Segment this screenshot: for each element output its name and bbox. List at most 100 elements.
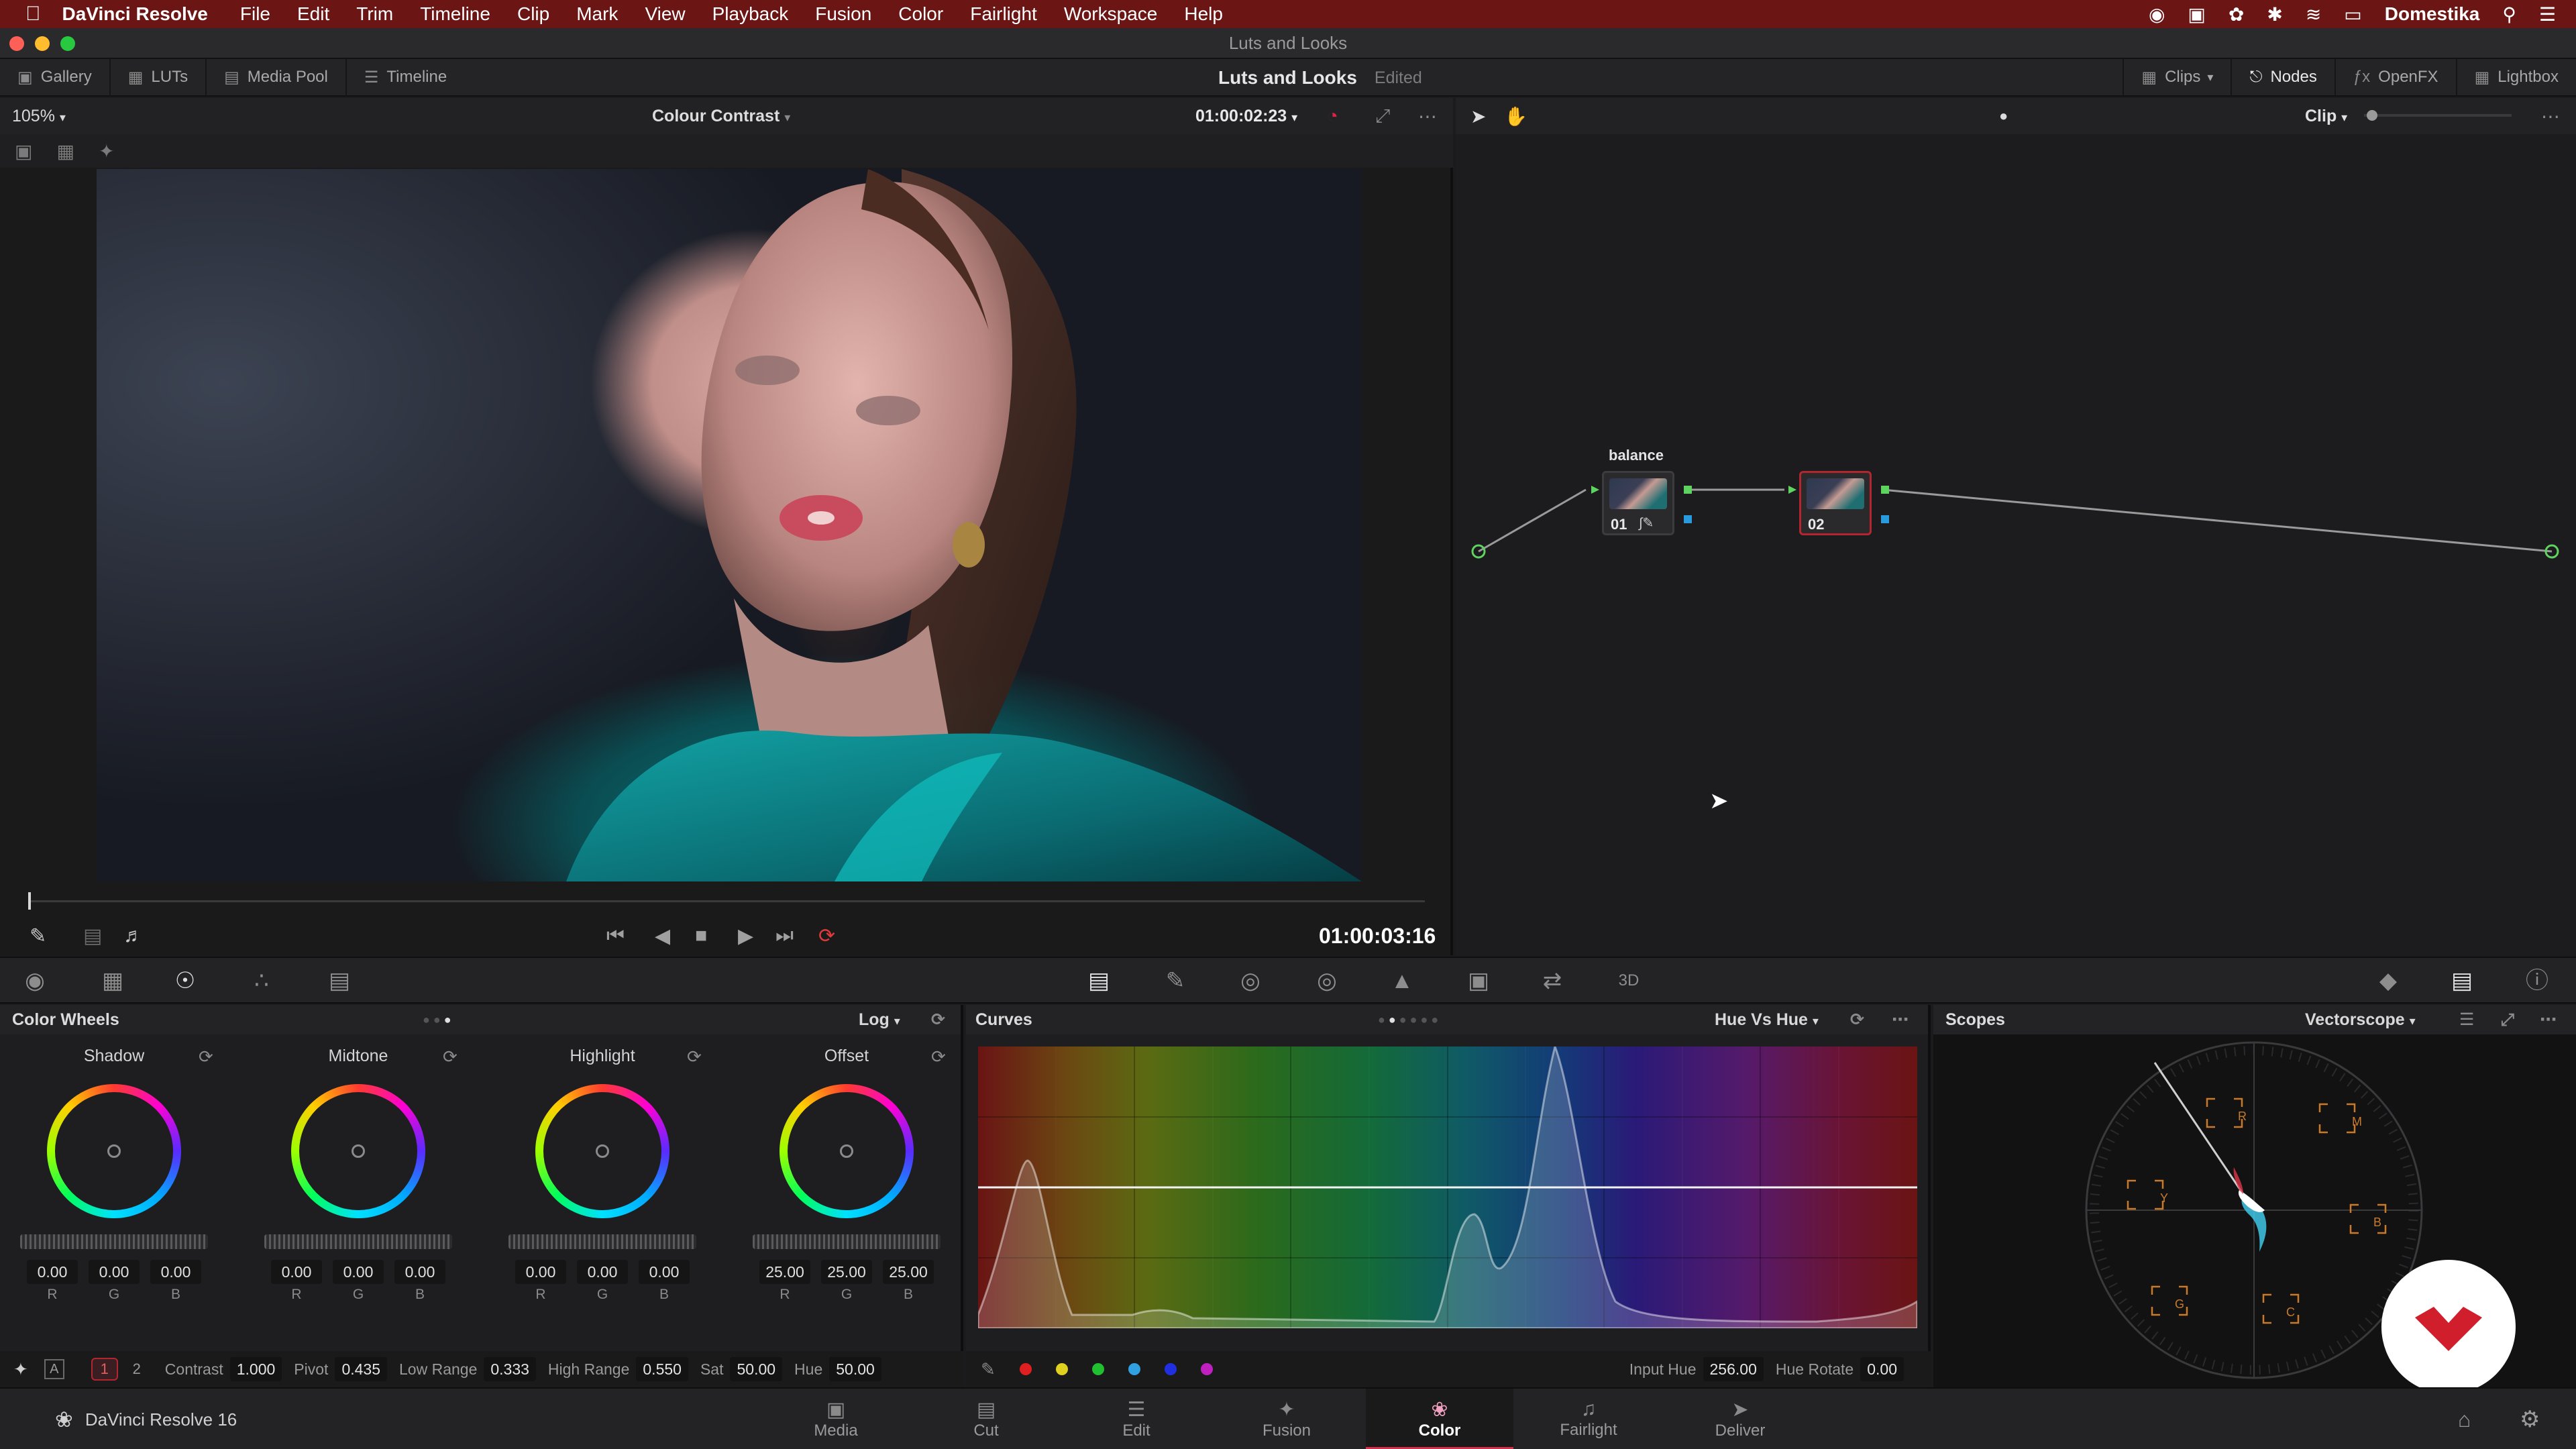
highlight-r-value[interactable]: 0.00 (515, 1260, 566, 1284)
single-view-icon[interactable]: ▣ (15, 140, 32, 162)
midtone-wheel-handle[interactable] (352, 1144, 365, 1158)
key-icon[interactable]: ▣ (1464, 967, 1493, 994)
shadow-g-value[interactable]: 0.00 (89, 1260, 140, 1284)
3d-icon[interactable]: 3D (1614, 967, 1644, 994)
step-back-icon[interactable]: ◀ (655, 924, 670, 948)
wifi-icon[interactable]: ≋ (2306, 3, 2321, 25)
play-icon[interactable]: ▶ (738, 924, 753, 948)
page-tab-fusion[interactable]: ✦ Fusion (1220, 1389, 1354, 1449)
menu-edit[interactable]: Edit (297, 3, 329, 25)
qualifier-icon[interactable]: ✎ (1161, 967, 1190, 994)
loop-icon[interactable]: ⟳ (818, 924, 835, 948)
page-tab-fairlight[interactable]: ♫ Fairlight (1521, 1389, 1656, 1449)
node-02-input-rgb[interactable] (1788, 486, 1796, 494)
nodes-button[interactable]: ⎋ Nodes (2231, 58, 2334, 96)
swatch-magenta[interactable] (1200, 1363, 1213, 1375)
more-options-icon[interactable]: ⋯ (1418, 105, 1437, 127)
pivot-value[interactable]: 0.435 (335, 1357, 387, 1381)
page-tab-edit[interactable]: ☰ Edit (1069, 1389, 1203, 1449)
scope-settings-icon[interactable]: ☰ (2459, 1010, 2474, 1030)
menu-mark[interactable]: Mark (576, 3, 618, 25)
viewer-frame-image[interactable] (97, 169, 1362, 881)
shadow-master-slider[interactable] (20, 1234, 208, 1249)
offset-b-value[interactable]: 25.00 (883, 1260, 934, 1284)
keyframes-icon[interactable]: ◆ (2373, 967, 2403, 994)
viewer-scrubber[interactable] (0, 888, 1453, 915)
openfx-button[interactable]: ƒx OpenFX (2334, 58, 2456, 96)
more-options-icon[interactable]: ⋯ (2540, 1010, 2557, 1030)
scrub-track[interactable] (30, 900, 1425, 902)
reset-icon[interactable]: ⟳ (1850, 1010, 1864, 1030)
color-picker-tool-icon[interactable]: ✎ (30, 924, 46, 948)
clips-button[interactable]: ▦ Clips ▾ (2123, 58, 2231, 96)
page-tab-media[interactable]: ▣ Media (769, 1389, 903, 1449)
midtone-g-value[interactable]: 0.00 (333, 1260, 384, 1284)
sat-value[interactable]: 50.00 (730, 1357, 783, 1381)
display-icon[interactable]: ▭ (2344, 3, 2361, 25)
window-close-button[interactable] (9, 36, 24, 51)
curves-page-dots[interactable]: ● ● ● ● ● ● (1378, 1013, 1438, 1027)
high-range-value[interactable]: 0.550 (636, 1357, 688, 1381)
color-picker-icon[interactable]: ◔ (1327, 105, 1338, 127)
swatch-blue[interactable] (1164, 1363, 1177, 1375)
reset-icon[interactable]: ⟳ (931, 1046, 946, 1067)
magic-wand-icon[interactable]: ✦ (99, 140, 114, 162)
clip-name-dropdown[interactable]: Colour Contrast ▾ (652, 107, 790, 126)
midtone-master-slider[interactable] (264, 1234, 452, 1249)
settings-gear-icon[interactable]: ⚙ (2520, 1406, 2540, 1433)
playhead[interactable] (28, 892, 31, 910)
sizing-icon[interactable]: ⇄ (1538, 967, 1567, 994)
menu-workspace[interactable]: Workspace (1064, 3, 1158, 25)
swatch-cyan[interactable] (1128, 1363, 1140, 1375)
layers-icon[interactable]: ▤ (83, 924, 102, 948)
menu-user-name[interactable]: Domestika (2385, 3, 2480, 25)
page-tab-cut[interactable]: ▤ Cut (919, 1389, 1053, 1449)
fullscreen-icon[interactable]: ⤢ (1375, 105, 1390, 127)
hue-rotate-value[interactable]: 0.00 (1860, 1357, 1904, 1381)
scope-expand-icon[interactable]: ⤢ (2501, 1010, 2514, 1030)
node-01-input-rgb[interactable] (1591, 486, 1599, 494)
shadow-b-value[interactable]: 0.00 (150, 1260, 201, 1284)
midtone-r-value[interactable]: 0.00 (271, 1260, 322, 1284)
menu-trim[interactable]: Trim (356, 3, 393, 25)
contrast-value[interactable]: 1.000 (229, 1357, 282, 1381)
page-2-button[interactable]: 2 (123, 1358, 150, 1381)
menu-timeline[interactable]: Timeline (420, 3, 490, 25)
curves-palette-icon[interactable]: ▤ (1084, 967, 1114, 994)
info-icon[interactable]: ⓘ (2522, 967, 2552, 994)
scopes-palette-icon[interactable]: ▤ (2447, 967, 2477, 994)
spotlight-search-icon[interactable]: ⚲ (2502, 3, 2516, 25)
auto-balance-icon[interactable]: ✦ (13, 1359, 28, 1380)
hue-vs-hue-graph[interactable] (978, 1046, 1917, 1328)
menu-fairlight[interactable]: Fairlight (970, 3, 1037, 25)
page-dots[interactable]: ● ● ● (423, 1013, 451, 1027)
motion-effects-icon[interactable]: ▤ (325, 967, 354, 994)
highlight-master-slider[interactable] (508, 1234, 696, 1249)
menu-help[interactable]: Help (1184, 3, 1223, 25)
page-tab-color[interactable]: ❀ Color (1366, 1389, 1513, 1449)
input-hue-value[interactable]: 256.00 (1703, 1357, 1764, 1381)
shadow-r-value[interactable]: 0.00 (27, 1260, 78, 1284)
skip-to-start-icon[interactable]: ⏮ (606, 924, 625, 947)
color-match-icon[interactable]: ▦ (98, 967, 127, 994)
scope-type-dropdown[interactable]: Vectorscope ▾ (2305, 1010, 2416, 1030)
creative-cloud-icon[interactable]: ✿ (2229, 3, 2244, 25)
record-icon[interactable]: ◉ (2149, 3, 2165, 25)
bluetooth-icon[interactable]: ✱ (2267, 3, 2282, 25)
node-editor[interactable]: ➤ ✋ ● Clip ▾ ⋯ balance 01 ∫✎ 02 ➤ (1456, 98, 2576, 955)
more-options-icon[interactable]: ⋯ (1892, 1010, 1909, 1030)
menu-file[interactable]: File (240, 3, 270, 25)
curve-mode-dropdown[interactable]: Hue Vs Hue ▾ (1715, 1010, 1819, 1030)
menu-view[interactable]: View (645, 3, 685, 25)
window-zoom-button[interactable] (60, 36, 75, 51)
highlight-b-value[interactable]: 0.00 (639, 1260, 690, 1284)
menu-app-name[interactable]: DaVinci Resolve (62, 3, 208, 25)
menu-playback[interactable]: Playback (712, 3, 789, 25)
node-02[interactable]: 02 (1799, 471, 1872, 535)
source-timecode[interactable]: 01:00:02:23 ▾ (1195, 107, 1297, 126)
offset-wheel-handle[interactable] (840, 1144, 853, 1158)
hue-value[interactable]: 50.00 (829, 1357, 881, 1381)
messages-icon[interactable]: ▣ (2188, 3, 2205, 25)
offset-master-slider[interactable] (753, 1234, 941, 1249)
node-01-output-alpha[interactable] (1684, 515, 1692, 523)
